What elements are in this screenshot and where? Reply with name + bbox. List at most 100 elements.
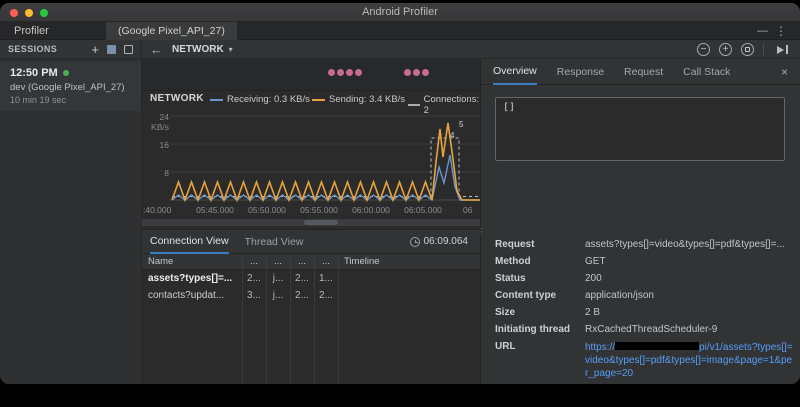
y-axis-tick: 24 KB/s <box>142 112 169 132</box>
field-label: Content type <box>495 290 585 302</box>
table-row[interactable]: assets?types[]=... 2... j... 2... 1... <box>142 270 480 287</box>
redacted-host <box>615 342 699 350</box>
column-divider[interactable] <box>338 254 339 384</box>
connection-view-tabbar: Connection View Thread View 06:09.064 <box>142 230 480 254</box>
column-divider[interactable] <box>242 254 243 384</box>
status-cell: 2... <box>290 287 314 304</box>
x-axis-tick: 05:55.000 <box>300 205 338 215</box>
chevron-down-icon: ▾ <box>229 45 233 54</box>
time-cell: 2... <box>314 287 338 304</box>
import-session-icon[interactable] <box>124 45 133 54</box>
close-details-icon[interactable]: × <box>781 59 788 85</box>
profiler-toolbar: SESSIONS + ← NETWORK ▾ − + <box>0 40 800 59</box>
x-axis: :40.000 05:45.000 05:50.000 05:55.000 06… <box>142 205 480 217</box>
session-duration: 10 min 19 sec <box>10 95 133 105</box>
column-header-time[interactable]: ... <box>314 254 338 270</box>
zoom-in-button[interactable]: + <box>719 43 732 56</box>
stop-session-icon[interactable] <box>107 45 116 54</box>
sending-series-path <box>172 123 480 200</box>
column-header-timeline[interactable]: Timeline <box>338 254 480 270</box>
request-overview-fields: Request assets?types[]=video&types[]=pdf… <box>495 239 793 384</box>
field-label: URL <box>495 341 585 380</box>
go-to-live-button[interactable] <box>777 45 788 54</box>
tab-request[interactable]: Request <box>624 59 663 85</box>
profiler-tool-label[interactable]: Profiler <box>14 22 49 40</box>
tab-response[interactable]: Response <box>557 59 604 85</box>
column-header-type[interactable]: ... <box>266 254 290 270</box>
play-triangle-icon <box>777 46 784 54</box>
x-axis-tick: 06:05.000 <box>404 205 442 215</box>
field-label: Method <box>495 256 585 268</box>
network-event-dot[interactable] <box>337 69 344 76</box>
sessions-panel: 12:50 PM dev (Google Pixel_API_27) 10 mi… <box>0 59 142 384</box>
request-name-cell: contacts?updat... <box>142 287 242 304</box>
panel-splitter-grip[interactable]: ⋮ <box>477 227 485 236</box>
timeline-scrollbar[interactable] <box>142 219 480 226</box>
legend-sending-label: Sending: 3.4 KB/s <box>329 94 405 105</box>
zoom-out-button[interactable]: − <box>697 43 710 56</box>
timeline-column: NETWORK Receiving: 0.3 KB/s Sending: 3.4… <box>142 59 480 384</box>
connections-line-swatch <box>408 104 420 106</box>
network-event-dot[interactable] <box>355 69 362 76</box>
chart-header: NETWORK Receiving: 0.3 KB/s Sending: 3.4… <box>142 93 480 107</box>
options-kebab-icon[interactable]: ⋮ <box>775 22 787 40</box>
network-event-dot[interactable] <box>346 69 353 76</box>
network-event-dot[interactable] <box>413 69 420 76</box>
profiler-body: 12:50 PM dev (Google Pixel_API_27) 10 mi… <box>0 59 800 384</box>
network-chart-area: NETWORK Receiving: 0.3 KB/s Sending: 3.4… <box>142 59 480 229</box>
network-chart-svg[interactable] <box>142 107 480 203</box>
tab-call-stack[interactable]: Call Stack <box>683 59 730 85</box>
session-device-tab[interactable]: (Google Pixel_API_27) <box>106 22 237 40</box>
hide-tool-window-icon[interactable]: — <box>757 22 768 40</box>
column-header-status[interactable]: ... <box>290 254 314 270</box>
timeline-cell <box>338 270 480 287</box>
request-name-cell: assets?types[]=... <box>142 270 242 287</box>
clock-icon <box>410 237 420 247</box>
column-header-name[interactable]: Name <box>142 254 242 270</box>
network-event-dot[interactable] <box>404 69 411 76</box>
column-divider[interactable] <box>290 254 291 384</box>
selection-time: 06:09.064 <box>410 236 473 247</box>
table-row[interactable]: contacts?updat... 3... j... 2... 2... <box>142 287 480 304</box>
network-event-dot[interactable] <box>422 69 429 76</box>
reset-zoom-button[interactable] <box>741 43 754 56</box>
column-divider[interactable] <box>266 254 267 384</box>
field-method: Method GET <box>495 256 793 268</box>
y-axis-tick: 16 <box>142 140 169 150</box>
stage-selector-dropdown[interactable]: NETWORK ▾ <box>172 40 233 58</box>
column-header-size[interactable]: ... <box>242 254 266 270</box>
type-cell: j... <box>266 287 290 304</box>
field-label: Status <box>495 273 585 285</box>
tab-overview[interactable]: Overview <box>493 59 537 85</box>
tab-thread-view[interactable]: Thread View <box>245 230 304 254</box>
request-details-panel: ⋮ Overview Response Request Call Stack ×… <box>480 59 800 384</box>
field-status: Status 200 <box>495 273 793 285</box>
legend-receiving-label: Receiving: 0.3 KB/s <box>227 94 310 105</box>
field-value: GET <box>585 256 793 268</box>
x-axis-tick: 06:00.000 <box>352 205 390 215</box>
field-size: Size 2 B <box>495 307 793 319</box>
x-axis-tick: 05:45.000 <box>196 205 234 215</box>
session-list-item[interactable]: 12:50 PM dev (Google Pixel_API_27) 10 mi… <box>0 62 141 111</box>
tab-connection-view[interactable]: Connection View <box>150 230 229 254</box>
add-session-icon[interactable]: + <box>91 43 99 56</box>
timeline-scrollbar-handle[interactable] <box>304 220 338 225</box>
connections-table-header: Name ... ... ... ... Timeline <box>142 254 480 270</box>
field-value: 200 <box>585 273 793 285</box>
window-title: Android Profiler <box>0 6 800 18</box>
back-arrow-icon[interactable]: ← <box>150 40 163 58</box>
column-divider[interactable] <box>314 254 315 384</box>
x-axis-tick: :40.000 <box>143 205 171 215</box>
tool-window-tabbar: Profiler (Google Pixel_API_27) — ⋮ <box>0 22 800 40</box>
network-event-dot[interactable] <box>328 69 335 76</box>
connections-peak-label: 4 <box>450 131 454 140</box>
size-cell: 2... <box>242 270 266 287</box>
size-cell: 3... <box>242 287 266 304</box>
connections-peak-label: 5 <box>459 120 463 129</box>
live-session-dot-icon <box>63 70 69 76</box>
selection-timestamp: 06:09.064 <box>424 236 469 247</box>
toolbar-divider <box>763 44 764 55</box>
url-prefix: https:// <box>585 342 615 353</box>
timeline-cell <box>338 287 480 304</box>
request-url-link[interactable]: https://pi/v1/assets?types[]=video&types… <box>585 341 793 380</box>
